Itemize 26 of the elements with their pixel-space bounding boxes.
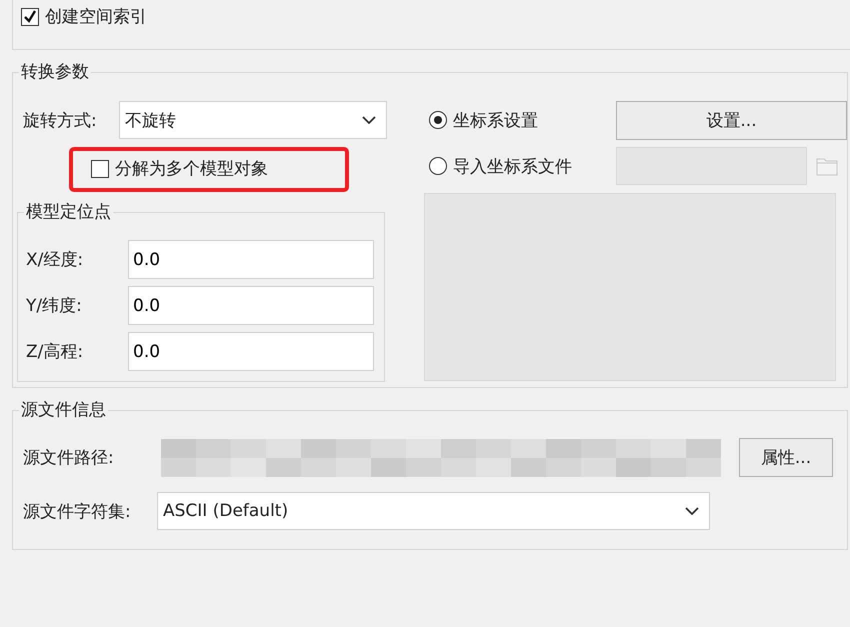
group-title: 转换参数 xyxy=(19,61,91,83)
field-label: X/经度: xyxy=(25,249,84,271)
checkbox-label: 创建空间索引 xyxy=(45,6,147,28)
caret-icon xyxy=(685,507,699,515)
field-label: Z/高程: xyxy=(25,341,84,363)
field-label: Y/纬度: xyxy=(25,295,83,317)
dropdown[interactable]: 不旋转 xyxy=(119,101,387,139)
settings-button[interactable]: 设置... xyxy=(616,100,847,140)
field-label: 源文件字符集: xyxy=(22,500,132,522)
field-label: 源文件路径: xyxy=(22,447,115,469)
properties-button[interactable]: 属性... xyxy=(739,438,833,477)
path-field[interactable] xyxy=(161,438,721,476)
checkbox[interactable] xyxy=(91,160,109,178)
input-field[interactable]: 0.0 xyxy=(128,240,374,279)
dropdown[interactable]: ASCII (Default) xyxy=(157,492,710,530)
radio-label: 坐标系设置 xyxy=(452,110,539,132)
input-field[interactable]: 0.0 xyxy=(128,332,374,371)
input-field[interactable]: 0.0 xyxy=(128,286,374,325)
group-title: 模型定位点 xyxy=(24,201,113,223)
radio-button[interactable] xyxy=(429,157,447,175)
field-label: 旋转方式: xyxy=(22,110,98,132)
radio-button[interactable] xyxy=(429,111,447,129)
caret-icon xyxy=(362,116,376,124)
radio-label: 导入坐标系文件 xyxy=(452,156,573,178)
checkbox-label: 分解为多个模型对象 xyxy=(115,158,268,180)
checkbox[interactable] xyxy=(21,8,39,26)
